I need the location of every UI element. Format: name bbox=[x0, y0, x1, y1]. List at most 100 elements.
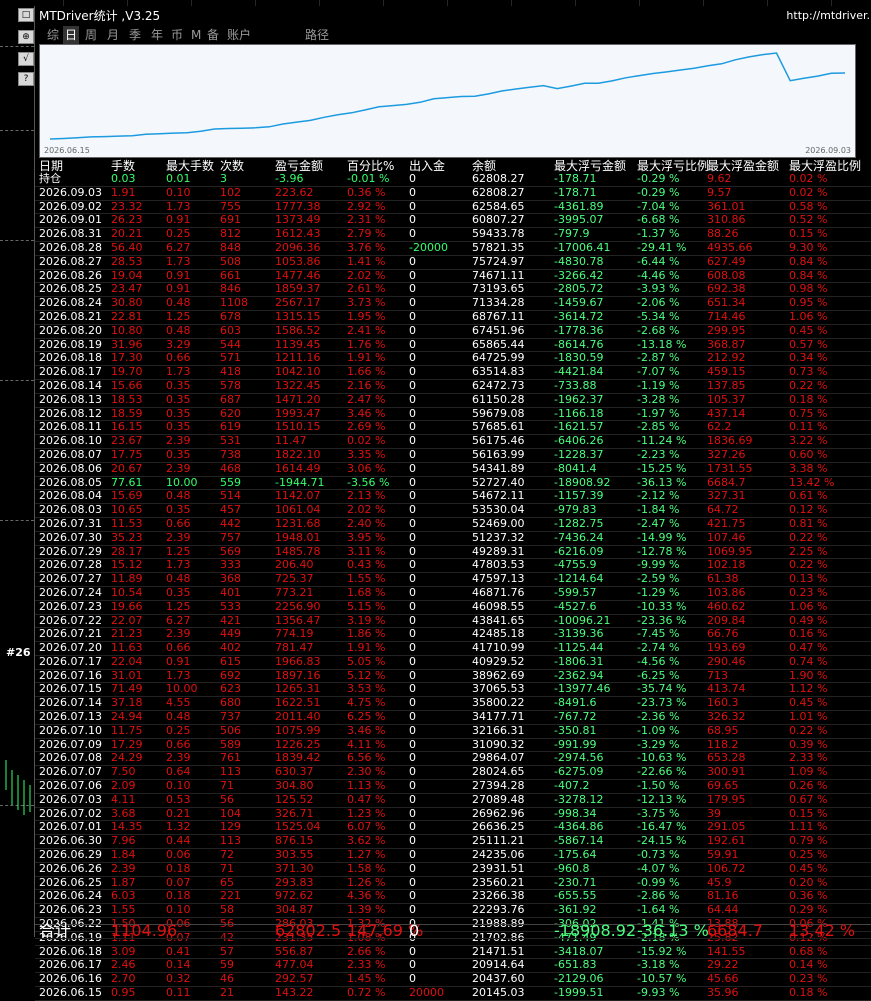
table-row[interactable]: 2026.08.11 16.15 0.35 619 1510.15 2.69 % 0 5768… bbox=[35, 421, 871, 436]
table-row[interactable]: 2026.07.30 35.23 2.39 757 1948.01 3.95 % 0 5123… bbox=[35, 531, 871, 546]
table-row[interactable]: 2026.06.25 1.87 0.07 65 293.83 1.26 % 0 23560.2… bbox=[35, 876, 871, 891]
table-row[interactable]: 2026.07.23 19.66 1.25 533 2256.90 5.15 % 0 4609… bbox=[35, 599, 871, 615]
table-row[interactable]: 2026.08.13 18.53 0.35 687 1471.20 2.47 % 0 6115… bbox=[35, 392, 871, 408]
table-row[interactable]: 2026.07.29 28.17 1.25 569 1485.78 3.11 % 0 4928… bbox=[35, 545, 871, 560]
table-row[interactable]: 2026.07.15 71.49 10.00 623 1265.31 3.53 % 0 370… bbox=[35, 683, 871, 698]
table-row[interactable]: 2026.06.30 7.96 0.44 113 876.15 3.62 % 0 25111.… bbox=[35, 834, 871, 850]
table-cell: 2026.06.23 bbox=[39, 903, 102, 917]
tab-7[interactable]: M bbox=[191, 26, 201, 44]
table-row[interactable]: 2026.07.16 31.01 1.73 692 1897.16 5.12 % 0 3896… bbox=[35, 669, 871, 684]
table-row[interactable]: 2026.07.20 11.63 0.66 402 781.47 1.91 % 0 41710… bbox=[35, 641, 871, 656]
table-cell: 2026.08.04 bbox=[39, 489, 102, 503]
table-cell: -1166.18 bbox=[554, 406, 604, 420]
tab-4[interactable]: 季 bbox=[129, 26, 141, 44]
table-cell: 1966.83 bbox=[275, 654, 321, 668]
table-row[interactable]: 2026.08.18 17.30 0.66 571 1211.16 1.91 % 0 6472… bbox=[35, 352, 871, 367]
site-link[interactable]: http://mtdriver. bbox=[786, 6, 870, 26]
table-row[interactable]: 2026.07.22 22.07 6.27 421 1356.47 3.19 % 0 4384… bbox=[35, 613, 871, 629]
tab-6[interactable]: 币 bbox=[171, 26, 183, 44]
tab-5[interactable]: 年 bbox=[151, 26, 163, 44]
table-cell: -10.33 % bbox=[637, 599, 687, 613]
table-cell: 19.04 bbox=[111, 268, 143, 282]
table-row[interactable]: 2026.08.28 56.40 6.27 848 2096.36 3.76 % -2000… bbox=[35, 240, 871, 256]
table-row[interactable]: 2026.06.15 0.95 0.11 21 143.22 0.72 % 20000 201… bbox=[35, 986, 871, 1001]
table-row[interactable]: 2026.09.01 26.23 0.91 691 1373.49 2.31 % 0 6080… bbox=[35, 213, 871, 229]
table-cell: -3.93 % bbox=[637, 282, 680, 296]
tab-10[interactable]: 路径 bbox=[305, 26, 329, 44]
table-cell: 54341.89 bbox=[472, 461, 525, 475]
table-row[interactable]: 持仓 0.03 0.01 3 -3.96 -0.01 % 0 62808.27 -178.71 -… bbox=[35, 172, 871, 187]
table-row[interactable]: 2026.09.02 23.32 1.73 755 1777.38 2.92 % 0 6258… bbox=[35, 200, 871, 215]
table-cell: 368.87 bbox=[707, 337, 746, 351]
table-cell: 102 bbox=[220, 185, 241, 199]
table-cell: 77.61 bbox=[111, 475, 143, 489]
table-cell: 1.76 % bbox=[347, 337, 386, 351]
table-cell: 75724.97 bbox=[472, 254, 525, 268]
table-row[interactable]: 2026.08.24 30.80 0.48 1108 2567.17 3.73 % 0 713… bbox=[35, 296, 871, 311]
table-row[interactable]: 2026.08.10 23.67 2.39 531 11.47 0.02 % 0 56175.… bbox=[35, 434, 871, 449]
table-row[interactable]: 2026.07.13 24.94 0.48 737 2011.40 6.25 % 0 3417… bbox=[35, 710, 871, 725]
table-cell: 2026.08.13 bbox=[39, 392, 102, 406]
table-row[interactable]: 2026.06.24 6.03 0.18 221 972.62 4.36 % 0 23266.… bbox=[35, 890, 871, 905]
table-row[interactable]: 2026.07.07 7.50 0.64 113 630.37 2.30 % 0 28024.… bbox=[35, 765, 871, 781]
table-cell: 6.27 bbox=[166, 240, 191, 254]
zoom-icon[interactable]: ⊕ bbox=[18, 30, 34, 44]
table-row[interactable]: 2026.07.06 2.09 0.10 71 304.80 1.13 % 0 27394.2… bbox=[35, 779, 871, 794]
table-cell: -991.99 bbox=[554, 737, 597, 751]
table-row[interactable]: 2026.07.02 3.68 0.21 104 326.71 1.23 % 0 26962.… bbox=[35, 807, 871, 822]
table-row[interactable]: 2026.08.03 10.65 0.35 457 1061.04 2.02 % 0 5353… bbox=[35, 503, 871, 518]
table-row[interactable]: 2026.07.17 22.04 0.91 615 1966.83 5.05 % 0 4092… bbox=[35, 654, 871, 670]
table-row[interactable]: 2026.08.12 18.59 0.35 620 1993.47 3.46 % 0 5967… bbox=[35, 406, 871, 422]
table-row[interactable]: 2026.07.01 14.35 1.32 129 1525.04 6.07 % 0 2663… bbox=[35, 821, 871, 836]
table-cell: 71 bbox=[220, 861, 234, 875]
table-row[interactable]: 2026.07.31 11.53 0.66 442 1231.68 2.40 % 0 5246… bbox=[35, 517, 871, 532]
table-row[interactable]: 2026.06.18 3.09 0.41 57 556.87 2.66 % 0 21471.5… bbox=[35, 944, 871, 960]
table-row[interactable]: 2026.08.05 77.61 10.00 559 -1944.71 -3.56 % 0 5… bbox=[35, 475, 871, 491]
check-icon[interactable]: √ bbox=[18, 52, 34, 66]
table-row[interactable]: 2026.07.27 11.89 0.48 368 725.37 1.55 % 0 47597… bbox=[35, 572, 871, 587]
table-row[interactable]: 2026.08.21 22.81 1.25 678 1315.15 1.95 % 0 6876… bbox=[35, 310, 871, 325]
table-row[interactable]: 2026.06.23 1.55 0.10 58 304.87 1.39 % 0 22293.7… bbox=[35, 903, 871, 919]
table-row[interactable]: 2026.08.20 10.80 0.48 603 1586.52 2.41 % 0 6745… bbox=[35, 324, 871, 339]
table-row[interactable]: 2026.08.19 31.96 3.29 544 1139.45 1.76 % 0 6586… bbox=[35, 337, 871, 353]
tab-3[interactable]: 月 bbox=[107, 26, 119, 44]
table-row[interactable]: 2026.08.31 20.21 0.25 812 1612.43 2.79 % 0 5943… bbox=[35, 227, 871, 242]
table-cell: 60807.27 bbox=[472, 213, 525, 227]
table-row[interactable]: 2026.07.09 17.29 0.66 589 1226.25 4.11 % 0 3109… bbox=[35, 737, 871, 753]
tab-2[interactable]: 周 bbox=[85, 26, 97, 44]
table-row[interactable]: 2026.09.03 1.91 0.10 102 223.62 0.36 % 0 62808.… bbox=[35, 185, 871, 201]
table-cell: 0 bbox=[409, 461, 416, 475]
tab-0[interactable]: 综 bbox=[47, 26, 59, 44]
table-row[interactable]: 2026.07.08 24.29 2.39 761 1839.42 6.56 % 0 2986… bbox=[35, 752, 871, 767]
table-row[interactable]: 2026.08.26 19.04 0.91 661 1477.46 2.02 % 0 7467… bbox=[35, 268, 871, 284]
table-row[interactable]: 2026.07.24 10.54 0.35 401 773.21 1.68 % 0 46871… bbox=[35, 586, 871, 601]
table-cell: 53530.04 bbox=[472, 503, 525, 517]
table-cell: 57 bbox=[220, 944, 234, 958]
table-row[interactable]: 2026.07.21 21.23 2.39 449 774.19 1.86 % 0 42485… bbox=[35, 627, 871, 643]
table-row[interactable]: 2026.08.17 19.70 1.73 418 1042.10 1.66 % 0 6351… bbox=[35, 365, 871, 380]
table-cell: 43841.65 bbox=[472, 613, 525, 627]
table-row[interactable]: 2026.07.03 4.11 0.53 56 125.52 0.47 % 0 27089.4… bbox=[35, 793, 871, 808]
table-row[interactable]: 2026.07.14 37.18 4.55 680 1622.51 4.75 % 0 3580… bbox=[35, 696, 871, 712]
tab-9[interactable]: 账户 bbox=[227, 26, 251, 44]
table-row[interactable]: 2026.06.17 2.46 0.14 59 477.04 2.33 % 0 20914.6… bbox=[35, 959, 871, 974]
tab-8[interactable]: 备 bbox=[207, 26, 219, 44]
table-row[interactable]: 2026.08.07 17.75 0.35 738 1822.10 3.35 % 0 5616… bbox=[35, 448, 871, 463]
table-cell: -1944.71 bbox=[275, 475, 325, 489]
table-row[interactable]: 2026.07.28 15.12 1.73 333 206.40 0.43 % 0 47803… bbox=[35, 559, 871, 574]
table-row[interactable]: 2026.08.06 20.67 2.39 468 1614.49 3.06 % 0 5434… bbox=[35, 461, 871, 477]
table-row[interactable]: 2026.08.14 15.66 0.35 578 1322.45 2.16 % 0 6247… bbox=[35, 379, 871, 394]
table-row[interactable]: 2026.08.25 23.47 0.91 846 1859.37 2.61 % 0 7319… bbox=[35, 282, 871, 298]
table-cell: 0.26 % bbox=[789, 779, 828, 793]
help-icon[interactable]: ? bbox=[18, 72, 34, 86]
table-cell: 2.66 % bbox=[347, 944, 386, 958]
table-row[interactable]: 2026.06.26 2.39 0.18 71 371.30 1.58 % 0 23931.5… bbox=[35, 861, 871, 877]
table-cell: 2026.07.22 bbox=[39, 613, 102, 627]
collapse-icon[interactable]: □ bbox=[18, 8, 34, 22]
table-row[interactable]: 2026.07.10 11.75 0.25 506 1075.99 3.46 % 0 3216… bbox=[35, 724, 871, 739]
table-row[interactable]: 2026.06.16 2.70 0.32 46 292.57 1.45 % 0 20437.6… bbox=[35, 972, 871, 988]
table-row[interactable]: 2026.08.04 15.69 0.48 514 1142.07 2.13 % 0 5467… bbox=[35, 489, 871, 505]
table-row[interactable]: 2026.08.27 28.53 1.73 508 1053.86 1.41 % 0 7572… bbox=[35, 254, 871, 270]
table-row[interactable]: 2026.06.29 1.84 0.06 72 303.55 1.27 % 0 24235.0… bbox=[35, 848, 871, 863]
tab-1[interactable]: 日 bbox=[63, 26, 80, 44]
